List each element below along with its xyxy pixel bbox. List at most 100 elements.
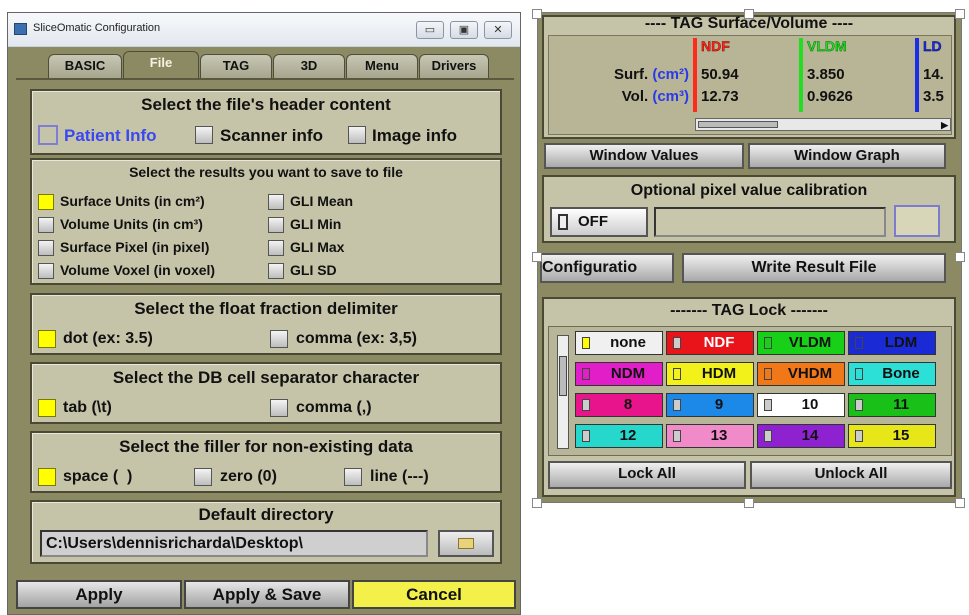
tag-lock-cell[interactable]: LDM <box>848 331 936 355</box>
app-icon <box>14 23 27 35</box>
tag-lock-cell[interactable]: NDM <box>575 362 663 386</box>
title-bar: SliceOmatic Configuration ▭ ▣ ✕ <box>8 13 520 47</box>
comma-separator-checkbox[interactable] <box>270 399 288 417</box>
tag-lock-cell[interactable]: 14 <box>757 424 845 448</box>
horizontal-scrollbar[interactable]: ▶ <box>695 118 951 131</box>
tag-lock-cell[interactable]: VLDM <box>757 331 845 355</box>
scroll-right-icon[interactable]: ▶ <box>941 120 948 131</box>
space-filler-label: space ( ) <box>63 468 133 485</box>
tab-basic[interactable]: BASIC <box>48 54 122 78</box>
tab-tag[interactable]: TAG <box>200 54 272 78</box>
resize-handle-bottom-right[interactable] <box>955 498 965 508</box>
line-filler-checkbox[interactable] <box>344 468 362 486</box>
ndf-surf-value: 50.94 <box>701 66 739 83</box>
tag-lock-swatch <box>855 430 863 442</box>
resize-handle-left[interactable] <box>532 252 542 262</box>
tag-lock-cell[interactable]: 8 <box>575 393 663 417</box>
close-icon[interactable]: ✕ <box>484 21 512 39</box>
tab-divider <box>16 78 514 80</box>
write-result-file-button[interactable]: Write Result File <box>682 253 946 283</box>
window-graph-button[interactable]: Window Graph <box>748 143 946 169</box>
ld-column-header: LD <box>923 38 942 54</box>
tag-lock-cell[interactable]: VHDM <box>757 362 845 386</box>
tag-lock-swatch <box>582 337 590 349</box>
tab-separator-checkbox[interactable] <box>38 399 56 417</box>
tag-lock-cell[interactable]: 11 <box>848 393 936 417</box>
ld-surf-value: 14. <box>923 66 944 83</box>
float-delimiter-panel: Select the float fraction delimiter dot … <box>30 293 502 355</box>
vldm-vol-value: 0.9626 <box>807 88 853 105</box>
unlock-all-button[interactable]: Unlock All <box>750 461 952 489</box>
resize-handle-top-left[interactable] <box>532 9 542 19</box>
surface-pixel-checkbox[interactable] <box>38 240 54 256</box>
tab-file[interactable]: File <box>123 51 199 80</box>
vertical-scrollbar[interactable] <box>557 335 569 449</box>
scanner-info-checkbox[interactable] <box>195 126 213 144</box>
comma-separator-label: comma (,) <box>296 399 372 416</box>
calibration-title: Optional pixel value calibration <box>630 182 868 199</box>
calibration-toggle[interactable]: OFF <box>550 207 648 237</box>
dot-checkbox[interactable] <box>38 330 56 348</box>
volume-units-checkbox[interactable] <box>38 217 54 233</box>
apply-save-button[interactable]: Apply & Save <box>184 580 350 609</box>
vertical-scroll-thumb[interactable] <box>559 356 567 396</box>
tag-lock-cell[interactable]: 15 <box>848 424 936 448</box>
resize-handle-top[interactable] <box>744 9 754 19</box>
header-content-title: Select the file's header content <box>141 95 391 114</box>
resize-handle-right[interactable] <box>955 252 965 262</box>
default-directory-input[interactable]: C:\Users\dennisricharda\Desktop\ <box>40 530 428 557</box>
gli-min-checkbox[interactable] <box>268 217 284 233</box>
tag-lock-cell[interactable]: 13 <box>666 424 754 448</box>
tag-lock-cell[interactable]: NDF <box>666 331 754 355</box>
zero-filler-checkbox[interactable] <box>194 468 212 486</box>
configuration-window: SliceOmatic Configuration ▭ ▣ ✕ BASIC Fi… <box>7 12 521 615</box>
surface-units-checkbox[interactable] <box>38 194 54 210</box>
tag-lock-swatch <box>764 430 772 442</box>
tag-lock-cell[interactable]: 12 <box>575 424 663 448</box>
gli-max-checkbox[interactable] <box>268 240 284 256</box>
tag-lock-cell[interactable]: HDM <box>666 362 754 386</box>
maximize-icon[interactable]: ▣ <box>450 21 478 39</box>
tag-lock-cell[interactable]: none <box>575 331 663 355</box>
calibration-color-swatch[interactable] <box>894 205 940 237</box>
image-info-checkbox[interactable] <box>348 126 366 144</box>
results-panel: Select the results you want to save to f… <box>30 158 502 285</box>
comma-delimiter-checkbox[interactable] <box>270 330 288 348</box>
lock-all-button[interactable]: Lock All <box>548 461 746 489</box>
tag-lock-cell[interactable]: Bone <box>848 362 936 386</box>
tag-lock-label: VLDM <box>788 334 832 351</box>
resize-handle-bottom[interactable] <box>744 498 754 508</box>
apply-button[interactable]: Apply <box>16 580 182 609</box>
tag-lock-label: 15 <box>892 427 910 444</box>
tag-lock-label: 14 <box>801 427 819 444</box>
tab-3d[interactable]: 3D <box>273 54 345 78</box>
tag-lock-label: HDM <box>701 365 737 382</box>
ndf-vol-value: 12.73 <box>701 88 739 105</box>
tag-lock-cell[interactable]: 9 <box>666 393 754 417</box>
tab-drivers[interactable]: Drivers <box>419 54 489 78</box>
gli-mean-label: GLI Mean <box>290 193 354 209</box>
space-filler-checkbox[interactable] <box>38 468 56 486</box>
browse-button[interactable] <box>438 530 494 557</box>
gli-sd-checkbox[interactable] <box>268 263 284 279</box>
tab-menu[interactable]: Menu <box>346 54 418 78</box>
resize-handle-top-right[interactable] <box>955 9 965 19</box>
configuration-button[interactable]: Configuratio <box>540 253 674 283</box>
cancel-button[interactable]: Cancel <box>352 580 516 609</box>
tag-lock-label: Bone <box>882 365 920 382</box>
window-values-button[interactable]: Window Values <box>544 143 744 169</box>
header-content-panel: Select the file's header content Patient… <box>30 89 502 155</box>
tag-lock-label: LDM <box>884 334 918 351</box>
patient-info-checkbox[interactable] <box>38 125 58 145</box>
surface-pixel-label: Surface Pixel (in pixel) <box>60 239 210 255</box>
ndf-color-bar <box>693 38 697 112</box>
resize-handle-bottom-left[interactable] <box>532 498 542 508</box>
surface-table: Surf. (cm²) Vol. (cm³) NDF 50.94 12.73 V… <box>548 35 952 135</box>
tag-lock-cell[interactable]: 10 <box>757 393 845 417</box>
vldm-column-header: VLDM <box>807 38 847 54</box>
calibration-input[interactable] <box>654 207 886 237</box>
scrollbar-thumb[interactable] <box>698 121 778 128</box>
gli-mean-checkbox[interactable] <box>268 194 284 210</box>
volume-voxel-checkbox[interactable] <box>38 263 54 279</box>
minimize-icon[interactable]: ▭ <box>416 21 444 39</box>
